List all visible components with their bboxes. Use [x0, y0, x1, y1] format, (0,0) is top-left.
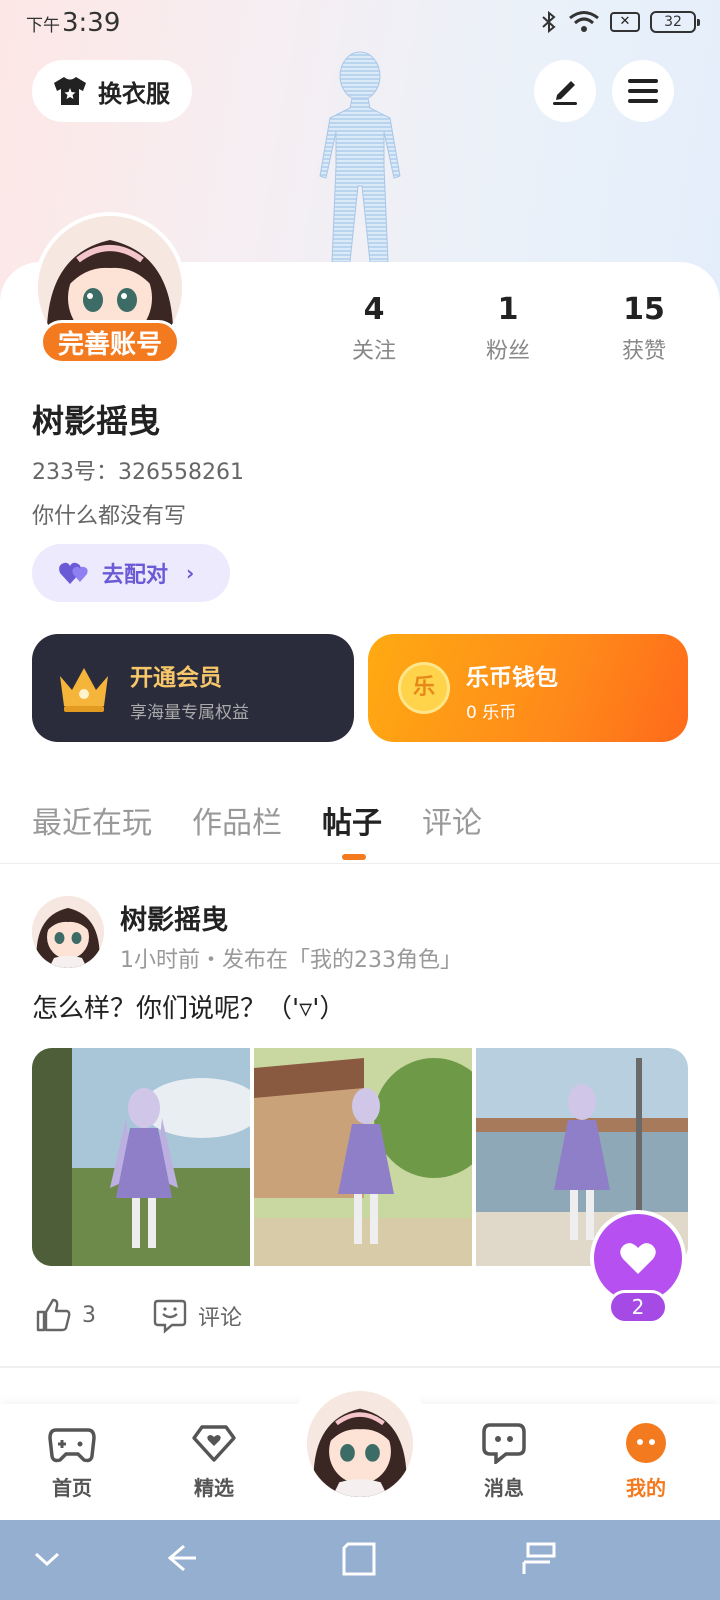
floating-heart-count: 2 — [608, 1290, 668, 1324]
following-count: 4 — [363, 292, 385, 327]
wifi-icon — [569, 11, 599, 32]
character-village-image — [254, 1048, 472, 1266]
post-author-avatar[interactable] — [32, 896, 104, 968]
likes-stat[interactable]: 15 获赞 — [594, 292, 694, 365]
nav-mine-label: 我的 — [626, 1476, 666, 1500]
nav-featured-label: 精选 — [194, 1476, 234, 1500]
change-outfit-label: 换衣服 — [98, 79, 170, 108]
status-bar: 下午3:39 ✕ 32 — [0, 0, 720, 52]
complete-account-badge[interactable]: 完善账号 — [40, 320, 180, 364]
back-icon[interactable] — [164, 1540, 200, 1576]
pen-icon — [553, 81, 577, 105]
thumbs-up-icon — [36, 1298, 71, 1332]
anime-girl-avatar-small — [32, 896, 104, 968]
home-square-icon[interactable] — [340, 1540, 378, 1578]
post-comment-button[interactable]: 评论 — [152, 1298, 242, 1334]
coin-icon: 乐 — [398, 662, 450, 714]
following-label: 关注 — [351, 339, 396, 364]
post-image-2[interactable] — [254, 1048, 472, 1266]
post-divider — [0, 1366, 720, 1368]
followers-count: 1 — [497, 292, 519, 327]
wallet-balance: 0 乐币 — [466, 703, 517, 723]
gamepad-icon — [48, 1428, 96, 1463]
likes-count: 15 — [623, 292, 665, 327]
battery-icon: 32 — [650, 11, 700, 33]
nav-home[interactable]: 首页 — [22, 1422, 122, 1501]
tshirt-icon — [54, 77, 86, 105]
post-like-count: 3 — [82, 1302, 96, 1328]
profile-username: 树影摇曳 — [32, 402, 161, 440]
nav-featured[interactable]: 精选 — [164, 1422, 264, 1501]
vip-title: 开通会员 — [130, 665, 222, 691]
profile-user-id: 233号：326558261 — [32, 460, 244, 485]
likes-label: 获赞 — [621, 339, 666, 364]
avatar-figure-hologram — [319, 51, 401, 262]
active-tab-indicator — [342, 854, 366, 860]
status-time: 下午3:39 — [26, 8, 121, 38]
collapse-down-icon[interactable] — [32, 1546, 62, 1570]
nav-home-label: 首页 — [52, 1476, 92, 1500]
sim-icon: ✕ — [610, 12, 640, 32]
nav-center-avatar[interactable] — [304, 1388, 416, 1500]
character-forest-image — [32, 1048, 250, 1266]
nav-messages-label: 消息 — [484, 1476, 524, 1500]
post-author-name[interactable]: 树影摇曳 — [120, 898, 228, 937]
post-text: 怎么样？你们说呢？（'▿'） — [32, 994, 346, 1024]
following-stat[interactable]: 4 关注 — [324, 292, 424, 365]
profile-bio: 你什么都没有写 — [32, 504, 187, 529]
face-icon — [626, 1423, 666, 1463]
change-outfit-button[interactable]: 换衣服 — [32, 60, 192, 122]
heart-diamond-icon — [192, 1425, 236, 1462]
bluetooth-icon — [542, 10, 556, 34]
coin-wallet-card[interactable]: 乐 乐币钱包 0 乐币 — [368, 634, 688, 742]
hamburger-menu-icon — [628, 79, 658, 103]
vip-subtitle: 享海量专属权益 — [130, 703, 249, 723]
menu-button[interactable] — [612, 60, 674, 122]
match-button[interactable]: 去配对 › — [32, 544, 230, 602]
tab-comments[interactable]: 评论 — [422, 798, 482, 842]
match-label: 去配对 — [102, 563, 169, 588]
post-image-1[interactable] — [32, 1048, 250, 1266]
vip-membership-card[interactable]: 开通会员 享海量专属权益 — [32, 634, 354, 742]
double-heart-icon — [59, 562, 88, 584]
profile-tabs: 最近在玩 作品栏 帖子 评论 — [0, 796, 720, 864]
chat-bubble-icon — [482, 1423, 526, 1466]
wallet-title: 乐币钱包 — [466, 665, 558, 691]
post-comment-label: 评论 — [198, 1306, 243, 1331]
post-meta: 1小时前・发布在「我的233角色」 — [120, 948, 462, 973]
recents-icon[interactable] — [520, 1540, 558, 1578]
tab-recently-played[interactable]: 最近在玩 — [32, 798, 152, 842]
comment-bubble-icon — [153, 1299, 187, 1334]
status-icons: ✕ 32 — [540, 10, 700, 34]
system-nav-bar — [0, 1520, 720, 1600]
heart-icon — [620, 1243, 656, 1274]
followers-label: 粉丝 — [485, 339, 530, 364]
crown-icon — [60, 668, 108, 712]
post-like-button[interactable]: 3 — [36, 1298, 96, 1332]
anime-girl-avatar-nav — [307, 1391, 413, 1497]
nav-mine[interactable]: 我的 — [596, 1422, 696, 1501]
edit-profile-button[interactable] — [534, 60, 596, 122]
followers-stat[interactable]: 1 粉丝 — [458, 292, 558, 365]
chevron-right-icon: › — [186, 561, 195, 585]
tab-works[interactable]: 作品栏 — [192, 798, 282, 842]
tab-posts[interactable]: 帖子 — [322, 798, 382, 842]
nav-messages[interactable]: 消息 — [454, 1422, 554, 1501]
